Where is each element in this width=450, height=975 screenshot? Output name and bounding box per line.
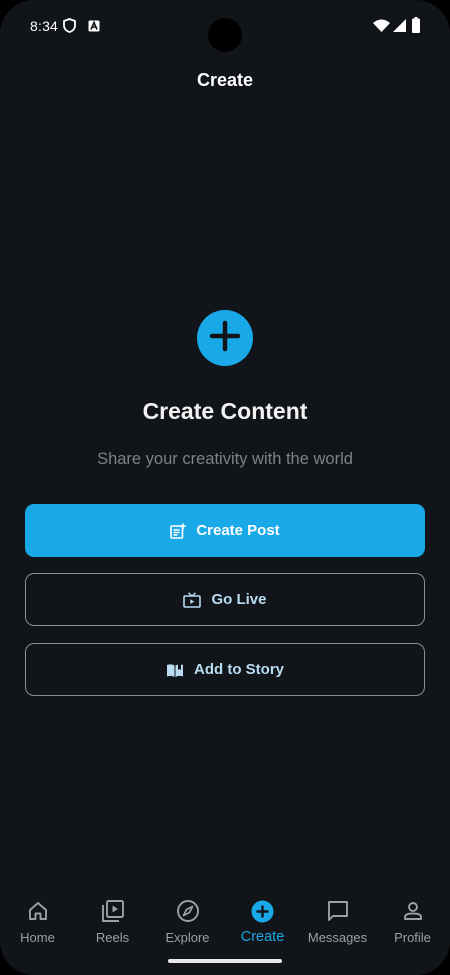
- add-to-story-label: Add to Story: [194, 661, 284, 678]
- go-live-button[interactable]: Go Live: [25, 573, 425, 626]
- status-time: 8:34: [30, 18, 59, 34]
- add-to-story-button[interactable]: Add to Story: [25, 643, 425, 696]
- wifi-icon: [373, 19, 390, 35]
- reels-icon: [101, 898, 125, 924]
- nav-item-profile[interactable]: Profile: [375, 888, 450, 948]
- content-subtitle: Share your creativity with the world: [97, 450, 353, 468]
- camera-cutout: [208, 18, 242, 52]
- nav-label-reels: Reels: [95, 930, 130, 945]
- nav-label-home: Home: [20, 930, 55, 945]
- create-post-label: Create Post: [196, 522, 280, 539]
- person-icon: [402, 898, 424, 924]
- create-post-button[interactable]: Create Post: [25, 504, 425, 557]
- bottom-navigation: Home Reels Explore Create Messages Profi…: [0, 888, 450, 948]
- nav-item-explore[interactable]: Explore: [150, 888, 225, 948]
- post-add-icon: [170, 523, 187, 539]
- nav-item-create[interactable]: Create: [225, 888, 300, 948]
- compass-icon: [176, 898, 200, 924]
- home-indicator[interactable]: [168, 959, 282, 963]
- home-icon: [27, 898, 49, 924]
- go-live-label: Go Live: [211, 591, 267, 608]
- cellular-signal-icon: [393, 19, 406, 35]
- page-title: Create: [196, 70, 254, 90]
- nav-item-messages[interactable]: Messages: [300, 888, 375, 948]
- book-icon: [166, 662, 184, 678]
- nav-label-messages: Messages: [307, 930, 368, 945]
- chat-icon: [326, 898, 350, 924]
- phone-screen: 8:34 Create Create Content Share your cr…: [0, 0, 450, 975]
- nav-item-home[interactable]: Home: [0, 888, 75, 948]
- status-bar: 8:34: [0, 0, 450, 52]
- nav-item-reels[interactable]: Reels: [75, 888, 150, 948]
- battery-icon: [412, 17, 420, 36]
- plus-icon: [209, 320, 241, 357]
- accessibility-a-icon: [88, 19, 100, 35]
- content-heading: Create Content: [142, 398, 308, 424]
- live-tv-icon: [183, 591, 202, 608]
- create-plus-circle: [197, 310, 253, 366]
- nav-label-profile: Profile: [394, 930, 431, 945]
- plus-circle-icon: [251, 898, 274, 924]
- nav-label-explore: Explore: [165, 930, 210, 945]
- shield-icon: [63, 18, 76, 36]
- nav-label-create: Create: [240, 929, 285, 945]
